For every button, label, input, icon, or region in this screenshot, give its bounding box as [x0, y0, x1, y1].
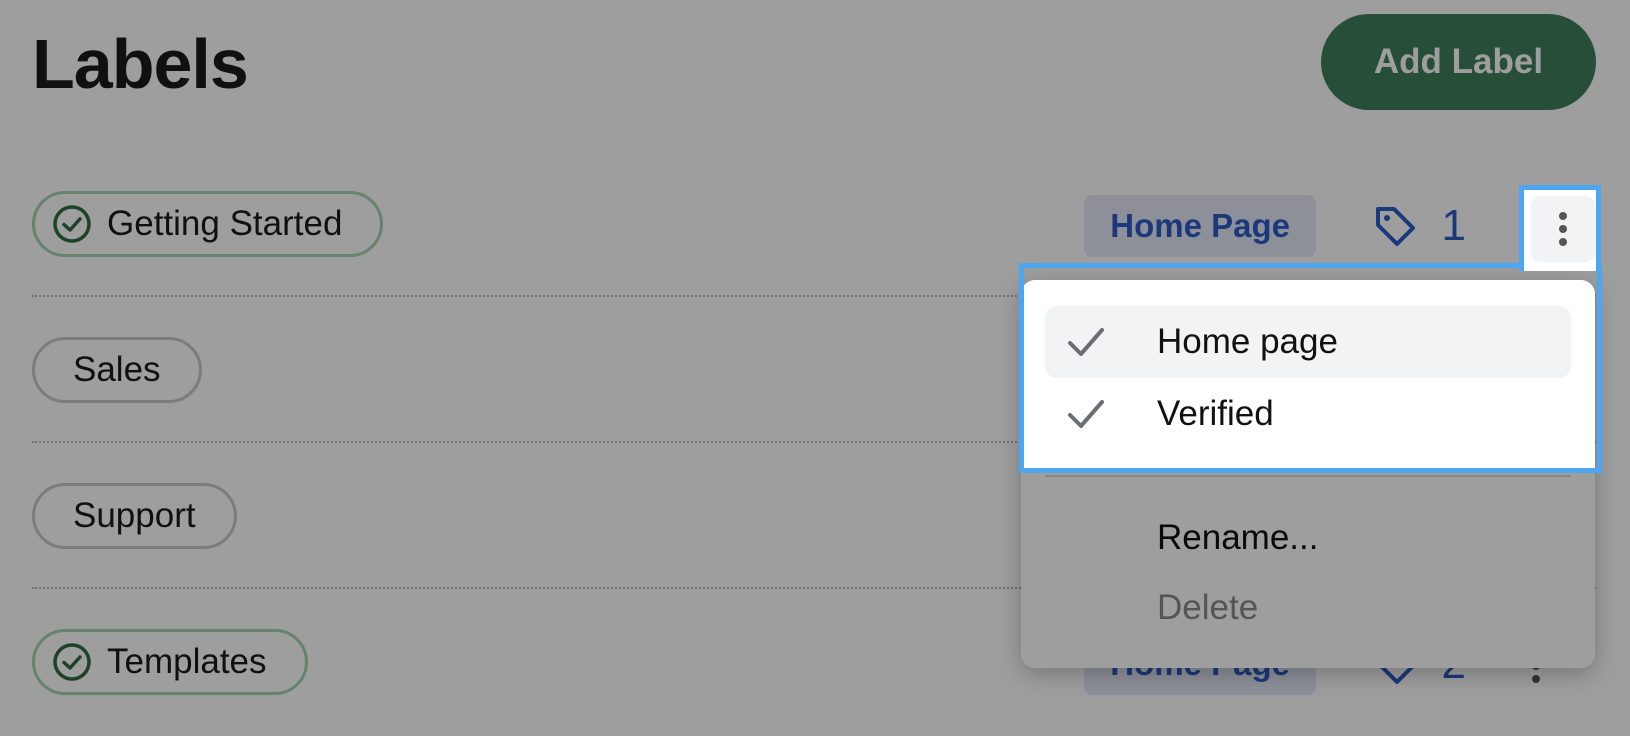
more-options-button[interactable]	[1531, 196, 1595, 262]
highlight-connector	[1519, 263, 1601, 271]
menu-item-label: Verified	[1157, 394, 1274, 433]
highlight-frame	[1519, 185, 1601, 269]
more-vertical-icon	[1559, 212, 1567, 246]
label-options-menu: Home page Verified Rename... Delete	[1021, 280, 1595, 668]
menu-dim-overlay	[1021, 472, 1595, 668]
menu-item-label: Home page	[1157, 322, 1338, 361]
menu-item-home-page[interactable]: Home page	[1045, 306, 1571, 378]
menu-item-verified[interactable]: Verified	[1045, 378, 1571, 450]
check-icon	[1068, 400, 1104, 428]
check-icon	[1068, 328, 1104, 356]
